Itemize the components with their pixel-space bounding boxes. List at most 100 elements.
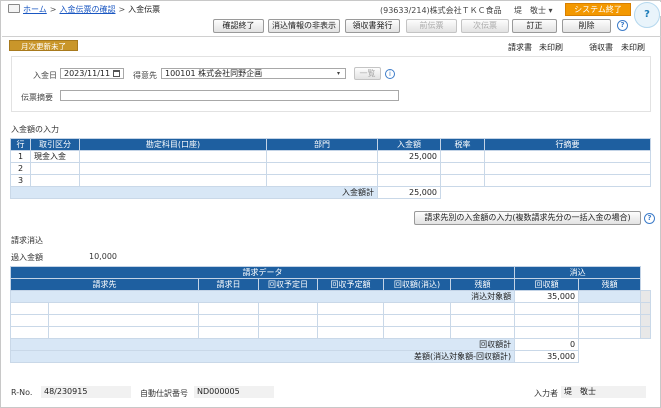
difference-value: 35,000 [514, 350, 580, 363]
breadcrumb-current: 入金伝票 [128, 5, 161, 14]
table-row[interactable] [10, 326, 652, 339]
app-window: ホーム > 入金伝票の確認 > 入金伝票 (93633/214)株式会社ＴＫＣ食品 堤 … [0, 0, 661, 408]
line-memo-cell[interactable] [484, 174, 651, 187]
total-label: 入金額計 [10, 186, 378, 199]
transaction-type-cell[interactable] [30, 174, 80, 187]
entered-by-value: 堤 敬士 [561, 386, 646, 398]
top-bar: ホーム > 入金伝票の確認 > 入金伝票 (93633/214)株式会社ＴＫＣ食品 堤 … [2, 2, 661, 16]
breadcrumb-parent[interactable]: 入金伝票の確認 [59, 5, 115, 14]
auto-journal-value: ND000005 [194, 386, 274, 398]
breadcrumb-separator: > [118, 5, 126, 14]
confirm-end-button[interactable]: 確認終了 [213, 19, 264, 33]
column-header: 税率 [440, 138, 485, 151]
collected-total-value: 0 [514, 338, 580, 351]
list-button[interactable]: 一覧 [354, 67, 381, 80]
department-cell[interactable] [266, 162, 378, 175]
reconcile-table: 請求データ 消込 請求先 請求日 回収予定日 回収予定額 回収額(消込) 残額 … [9, 266, 652, 363]
line-memo-cell[interactable] [484, 150, 651, 163]
chevron-down-icon: ▾ [548, 6, 553, 15]
column-header: 回収予定日 [258, 278, 318, 291]
difference-row: 差額(消込対象額-回収額計) 35,000 [9, 350, 651, 363]
correct-button[interactable]: 訂正 [512, 19, 557, 33]
receipt-label: 領収書 [589, 43, 613, 52]
tax-rate-cell[interactable] [440, 174, 485, 187]
date-label: 入金日 [33, 71, 57, 80]
next-voucher-button[interactable]: 次伝票 [461, 19, 509, 33]
calendar-icon[interactable] [113, 70, 120, 77]
column-header: 請求先 [10, 278, 199, 291]
assistant-icon[interactable]: ? [634, 2, 660, 28]
amount-cell[interactable] [377, 174, 441, 187]
user-name: 堤 敬士 [514, 6, 546, 15]
table-row[interactable] [10, 302, 652, 315]
transaction-type-cell[interactable]: 現金入金 [30, 150, 80, 163]
reconcile-section-title: 請求消込 [11, 236, 43, 245]
transaction-type-cell[interactable] [30, 162, 80, 175]
company-name: (93633/214)株式会社ＴＫＣ食品 [380, 6, 502, 15]
scrollbar[interactable] [640, 290, 652, 303]
invoice-status: 未印刷 [539, 43, 563, 52]
status-badge: 月次更新未了 [9, 40, 78, 51]
group-header-row: 請求データ 消込 [9, 266, 651, 279]
column-header: 取引区分 [30, 138, 80, 151]
target-row: 消込対象額 35,000 [9, 290, 652, 303]
total-row: 入金額計 25,000 [10, 186, 651, 199]
help-icon[interactable]: ? [617, 20, 628, 31]
column-header: 回収額 [514, 278, 580, 291]
collected-total-row: 回収額計 0 [9, 338, 651, 351]
memo-label: 伝票摘要 [21, 93, 53, 102]
table-row[interactable] [10, 314, 652, 327]
home-icon[interactable] [8, 4, 20, 13]
amount-cell[interactable] [377, 162, 441, 175]
table-header-row: 請求先 請求日 回収予定日 回収予定額 回収額(消込) 残額 回収額 残額 [10, 278, 651, 291]
line-memo-cell[interactable] [484, 162, 651, 175]
account-cell[interactable] [79, 162, 267, 175]
user-menu[interactable]: 堤 敬士 ▾ [514, 5, 553, 16]
collected-total-label: 回収額計 [9, 338, 516, 351]
customer-label: 得意先 [133, 71, 157, 80]
tax-rate-cell[interactable] [440, 150, 485, 163]
table-row[interactable]: 1 現金入金 25,000 [10, 150, 651, 163]
column-header: 残額 [449, 278, 516, 291]
memo-field[interactable] [60, 90, 399, 101]
column-header: 部門 [266, 138, 378, 151]
bulk-payment-button[interactable]: 請求先別の入金額の入力(複数請求先分の一括入金の場合) [414, 211, 641, 225]
help-icon[interactable]: ? [644, 213, 655, 224]
department-cell[interactable] [266, 174, 378, 187]
row-number: 2 [10, 162, 31, 175]
breadcrumb-separator: > [49, 5, 57, 14]
row-number: 1 [10, 150, 31, 163]
table-row[interactable]: 2 [10, 162, 651, 175]
column-header: 行摘要 [484, 138, 651, 151]
amount-cell[interactable]: 25,000 [377, 150, 441, 163]
rno-label: R-No. [11, 388, 33, 397]
chevron-down-icon[interactable]: ▾ [337, 70, 340, 77]
breadcrumb-home[interactable]: ホーム [23, 5, 47, 14]
row-number: 3 [10, 174, 31, 187]
breadcrumb: ホーム > 入金伝票の確認 > 入金伝票 [8, 4, 160, 15]
difference-label: 差額(消込対象額-回収額計) [9, 350, 516, 363]
group-header-reconcile: 消込 [514, 266, 642, 279]
voucher-header-panel [11, 56, 651, 112]
column-header: 請求日 [198, 278, 259, 291]
delete-button[interactable]: 削除 [562, 19, 611, 33]
column-header: 行 [10, 138, 31, 151]
over-payment-label: 過入金額 [11, 253, 43, 262]
column-header: 回収額(消込) [383, 278, 451, 291]
table-row[interactable]: 3 [10, 174, 651, 187]
account-cell[interactable] [79, 174, 267, 187]
department-cell[interactable] [266, 150, 378, 163]
system-exit-button[interactable]: システム終了 [565, 3, 631, 16]
target-value: 35,000 [514, 290, 580, 303]
date-value: 2023/11/11 [64, 69, 111, 78]
tax-rate-cell[interactable] [440, 162, 485, 175]
account-cell[interactable] [79, 150, 267, 163]
issue-receipt-button[interactable]: 領収書発行 [345, 19, 400, 33]
receipt-status: 未印刷 [621, 43, 645, 52]
info-icon[interactable]: i [385, 69, 395, 79]
customer-select[interactable]: 100101 株式会社同野企画 [161, 68, 346, 79]
hide-reconcile-button[interactable]: 消込情報の非表示 [268, 19, 340, 33]
table-header-row: 行 取引区分 勘定科目(口座) 部門 入金額 税率 行摘要 [10, 138, 651, 151]
group-header-invoice: 請求データ [9, 266, 516, 279]
prev-voucher-button[interactable]: 前伝票 [406, 19, 457, 33]
